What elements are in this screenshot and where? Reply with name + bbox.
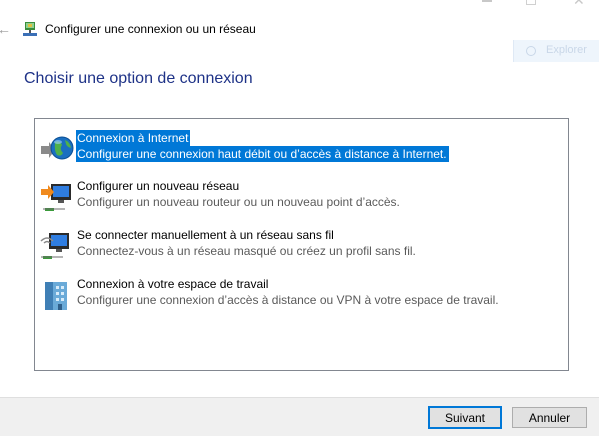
workplace-building-icon [45,282,67,310]
option-internet-description: Configurer une connexion haut débit ou d… [76,146,449,162]
back-arrow-icon[interactable]: ← [0,22,11,36]
title-bar: ← Configurer une connexion ou un réseau … [0,0,599,38]
option-new-network-description: Configurer un nouveau routeur ou un nouv… [77,195,400,209]
option-new-network-title: Configurer un nouveau réseau [77,179,240,193]
option-manual-wireless-title: Se connecter manuellement à un réseau sa… [77,228,334,242]
maximize-button[interactable] [526,0,536,5]
option-internet-title: Connexion à Internet [76,130,191,146]
minimize-button[interactable] [482,0,492,2]
close-button[interactable]: ✕ [573,0,585,9]
network-center-icon [23,22,37,36]
wireless-network-icon [40,233,69,259]
connection-options-list: Connexion à Internet Configurer une conn… [34,118,569,371]
option-new-network[interactable]: Configurer un nouveau réseau Configurer … [39,178,559,218]
next-button[interactable]: Suivant [428,406,502,429]
window-title: Configurer une connexion ou un réseau [45,22,256,36]
page-heading: Choisir une option de connexion [24,70,253,87]
cancel-button[interactable]: Annuler [512,407,587,428]
search-icon [526,46,536,56]
dialog-footer: Suivant Annuler [0,397,599,436]
option-workplace-description: Configurer une connexion d’accès à dista… [77,293,499,307]
option-internet[interactable]: Connexion à Internet Configurer une conn… [39,130,559,170]
search-box[interactable]: Explorer [513,40,599,62]
globe-internet-icon [41,136,74,160]
option-workplace-title: Connexion à votre espace de travail [77,277,269,291]
option-manual-wireless[interactable]: Se connecter manuellement à un réseau sa… [39,227,559,267]
option-workplace[interactable]: Connexion à votre espace de travail Conf… [39,276,559,316]
search-placeholder: Explorer [546,44,587,56]
option-manual-wireless-description: Connectez-vous à un réseau masqué ou cré… [77,244,416,258]
new-network-icon [41,184,71,211]
